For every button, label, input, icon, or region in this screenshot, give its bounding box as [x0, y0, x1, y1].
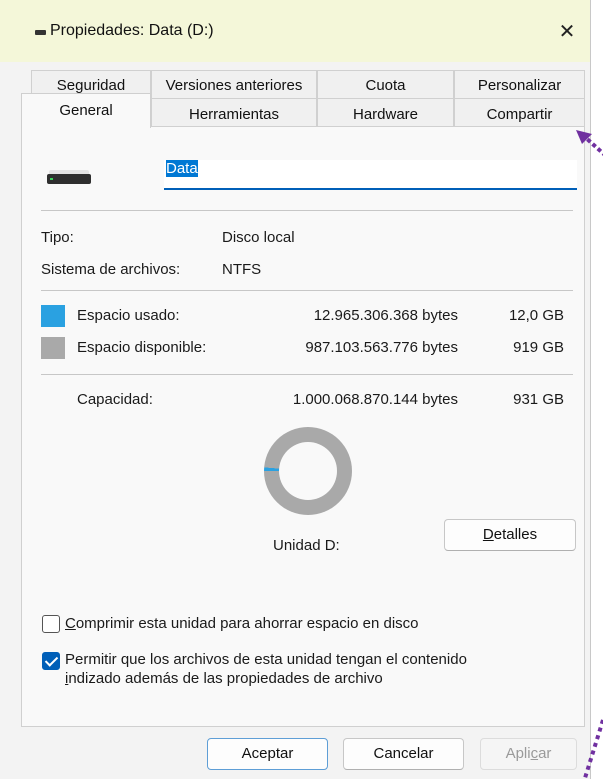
tab-cuota[interactable]: Cuota — [317, 70, 454, 98]
annotation-dotted-line-icon — [583, 719, 603, 779]
close-icon: ✕ — [558, 21, 576, 43]
tab-versiones-anteriores[interactable]: Versiones anteriores — [151, 70, 317, 98]
free-space-swatch — [41, 337, 65, 359]
cancel-button[interactable]: Cancelar — [343, 738, 464, 770]
title-bar[interactable]: Propiedades: Data (D:) ✕ — [0, 0, 590, 62]
used-space-label: Espacio usado: — [77, 307, 180, 324]
drive-name-input[interactable]: Data — [164, 160, 577, 190]
filesystem-value: NTFS — [222, 261, 262, 278]
compress-label[interactable]: Comprimir esta unidad para ahorrar espac… — [65, 615, 419, 633]
drive-letter-label: Unidad D: — [273, 537, 340, 554]
close-button[interactable]: ✕ — [544, 12, 590, 52]
tab-personalizar[interactable]: Personalizar — [454, 70, 585, 98]
capacity-bytes: 1.000.068.870.144 bytes — [292, 391, 458, 408]
apply-button[interactable]: Aplicar — [480, 738, 577, 770]
free-space-label: Espacio disponible: — [77, 339, 207, 356]
drive-name-text: Data — [166, 160, 198, 177]
divider — [41, 210, 573, 211]
details-button[interactable]: Detalles — [444, 519, 576, 551]
window-title: Propiedades: Data (D:) — [50, 22, 214, 39]
divider — [41, 374, 573, 375]
hard-drive-icon — [47, 170, 91, 184]
drive-window-icon — [35, 30, 46, 35]
used-space-bytes: 12.965.306.368 bytes — [313, 307, 458, 324]
used-space-swatch — [41, 305, 65, 327]
compress-checkbox[interactable] — [42, 615, 60, 633]
used-space-size: 12,0 GB — [508, 307, 564, 324]
free-space-size: 919 GB — [513, 339, 564, 356]
annotation-arrow-icon — [576, 130, 603, 156]
index-checkbox[interactable] — [42, 652, 60, 670]
capacity-size: 931 GB — [513, 391, 564, 408]
capacity-label: Capacidad: — [77, 391, 153, 408]
tab-general[interactable]: General — [21, 93, 151, 128]
usage-donut-hole — [279, 442, 337, 500]
ok-button[interactable]: Aceptar — [207, 738, 328, 770]
type-label: Tipo: — [41, 229, 74, 246]
tab-herramientas[interactable]: Herramientas — [151, 98, 317, 127]
free-space-bytes: 987.103.563.776 bytes — [305, 339, 458, 356]
index-label-line2[interactable]: indizado además de las propiedades de ar… — [65, 670, 383, 688]
properties-dialog: Propiedades: Data (D:) ✕ Seguridad Versi… — [0, 0, 591, 779]
divider — [41, 290, 573, 291]
type-value: Disco local — [222, 229, 295, 246]
details-accel: D — [482, 526, 494, 543]
tab-hardware[interactable]: Hardware — [317, 98, 454, 127]
tab-compartir[interactable]: Compartir — [454, 98, 585, 127]
index-label-line1[interactable]: Permitir que los archivos de esta unidad… — [65, 651, 467, 669]
filesystem-label: Sistema de archivos: — [41, 261, 181, 278]
